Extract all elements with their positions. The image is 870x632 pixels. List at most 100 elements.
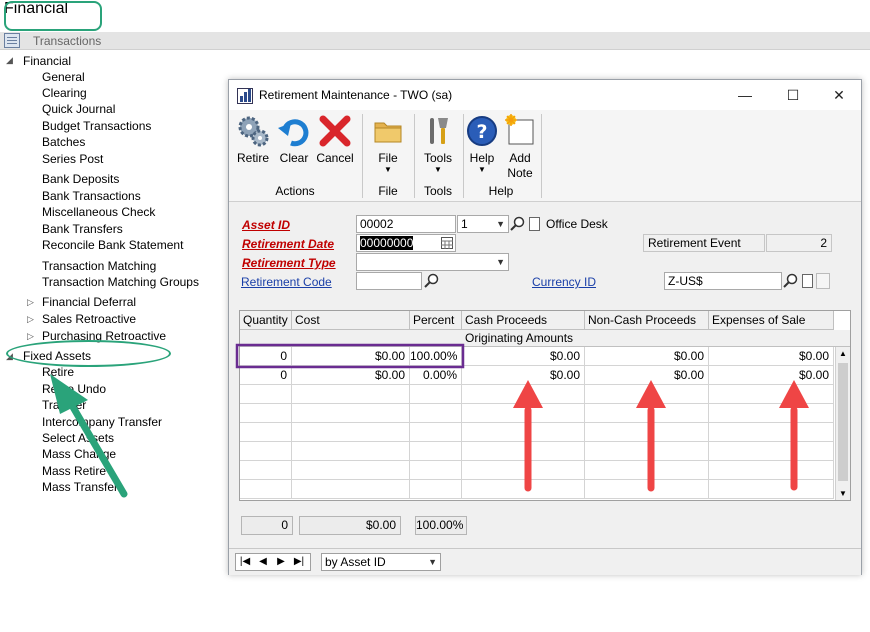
empty-grid-cell[interactable] xyxy=(462,423,585,442)
empty-grid-cell[interactable] xyxy=(292,480,410,499)
note-icon[interactable] xyxy=(529,217,540,231)
empty-grid-cell[interactable] xyxy=(240,423,292,442)
next-record-icon[interactable]: ▶ xyxy=(272,554,290,570)
empty-grid-cell[interactable] xyxy=(709,480,834,499)
row1-percent[interactable]: 100.00% xyxy=(410,347,462,366)
expanded-triangle-icon[interactable]: ◢ xyxy=(6,55,13,66)
nav-item-intercompany-transfer[interactable]: Intercompany Transfer xyxy=(42,414,162,430)
lookup-icon[interactable] xyxy=(510,216,526,232)
nav-group-financial[interactable]: Financial xyxy=(23,53,71,69)
file-menu-button[interactable]: File ▼ xyxy=(369,114,407,178)
nav-item-misc-check[interactable]: Miscellaneous Check xyxy=(42,204,155,220)
row1-quantity[interactable]: 0 xyxy=(240,347,292,366)
col-header-non-cash-proceeds[interactable]: Non-Cash Proceeds xyxy=(585,311,709,330)
previous-record-icon[interactable]: ◀ xyxy=(254,554,272,570)
scroll-down-icon[interactable]: ▼ xyxy=(839,489,847,498)
nav-item-transaction-matching-groups[interactable]: Transaction Matching Groups xyxy=(42,274,199,290)
calendar-icon[interactable] xyxy=(441,237,453,249)
row1-cost[interactable]: $0.00 xyxy=(292,347,410,366)
transactions-icon[interactable] xyxy=(4,33,20,48)
nav-item-clearing[interactable]: Clearing xyxy=(42,85,87,101)
empty-grid-cell[interactable] xyxy=(240,480,292,499)
empty-grid-cell[interactable] xyxy=(462,385,585,404)
nav-item-transaction-matching[interactable]: Transaction Matching xyxy=(42,258,156,274)
row2-cost[interactable]: $0.00 xyxy=(292,366,410,385)
empty-grid-cell[interactable] xyxy=(462,404,585,423)
empty-grid-cell[interactable] xyxy=(585,404,709,423)
nav-item-retire-undo[interactable]: Retire Undo xyxy=(42,381,106,397)
empty-grid-cell[interactable] xyxy=(292,461,410,480)
currency-expand-icon[interactable] xyxy=(816,273,830,289)
empty-grid-cell[interactable] xyxy=(585,480,709,499)
empty-grid-cell[interactable] xyxy=(585,423,709,442)
nav-item-mass-transfer[interactable]: Mass Transfer xyxy=(42,479,118,495)
nav-group-financial-deferral[interactable]: Financial Deferral xyxy=(42,294,136,310)
first-record-icon[interactable]: |◀ xyxy=(236,554,254,570)
nav-item-bank-transfers[interactable]: Bank Transfers xyxy=(42,221,123,237)
row2-percent[interactable]: 0.00% xyxy=(410,366,462,385)
empty-grid-cell[interactable] xyxy=(240,461,292,480)
minimize-icon[interactable]: — xyxy=(735,86,755,104)
row2-expenses-of-sale[interactable]: $0.00 xyxy=(709,366,834,385)
clear-button[interactable]: Clear xyxy=(277,114,311,178)
col-header-cash-proceeds[interactable]: Cash Proceeds xyxy=(462,311,585,330)
empty-grid-cell[interactable] xyxy=(240,442,292,461)
scroll-up-icon[interactable]: ▲ xyxy=(839,349,847,358)
row2-cash-proceeds[interactable]: $0.00 xyxy=(462,366,585,385)
retire-button[interactable]: Retire xyxy=(235,114,271,178)
last-record-icon[interactable]: ▶| xyxy=(290,554,308,570)
currency-id-link[interactable]: Currency ID xyxy=(532,275,596,289)
row1-expenses-of-sale[interactable]: $0.00 xyxy=(709,347,834,366)
nav-item-batches[interactable]: Batches xyxy=(42,134,85,150)
nav-item-bank-deposits[interactable]: Bank Deposits xyxy=(42,171,119,187)
empty-grid-cell[interactable] xyxy=(462,461,585,480)
asset-id-field[interactable]: 00002 xyxy=(356,215,456,233)
scroll-thumb[interactable] xyxy=(838,363,848,481)
empty-grid-cell[interactable] xyxy=(709,442,834,461)
empty-grid-cell[interactable] xyxy=(709,385,834,404)
tools-menu-button[interactable]: Tools ▼ xyxy=(419,114,457,178)
empty-grid-cell[interactable] xyxy=(410,442,462,461)
empty-grid-cell[interactable] xyxy=(709,423,834,442)
maximize-icon[interactable]: ☐ xyxy=(783,86,803,104)
empty-grid-cell[interactable] xyxy=(585,385,709,404)
col-header-percent[interactable]: Percent xyxy=(410,311,462,330)
nav-item-reconcile-bank[interactable]: Reconcile Bank Statement xyxy=(42,237,183,253)
retirement-date-label[interactable]: Retirement Date xyxy=(242,237,334,251)
grid-scrollbar[interactable]: ▲ ▼ xyxy=(835,347,850,500)
empty-grid-cell[interactable] xyxy=(410,423,462,442)
empty-grid-cell[interactable] xyxy=(709,461,834,480)
col-header-quantity[interactable]: Quantity xyxy=(240,311,292,330)
nav-item-series-post[interactable]: Series Post xyxy=(42,151,103,167)
cancel-button[interactable]: Cancel xyxy=(316,114,354,178)
col-header-expenses-of-sale[interactable]: Expenses of Sale xyxy=(709,311,834,330)
nav-item-budget-transactions[interactable]: Budget Transactions xyxy=(42,118,151,134)
nav-item-bank-transactions[interactable]: Bank Transactions xyxy=(42,188,141,204)
nav-item-mass-retire[interactable]: Mass Retire xyxy=(42,463,106,479)
asset-id-label[interactable]: Asset ID xyxy=(242,218,290,232)
row1-non-cash-proceeds[interactable]: $0.00 xyxy=(585,347,709,366)
sort-by-select[interactable]: by Asset ID ▼ xyxy=(321,553,441,571)
empty-grid-cell[interactable] xyxy=(410,404,462,423)
nav-item-select-assets[interactable]: Select Assets xyxy=(42,430,114,446)
collapsed-triangle-icon[interactable]: ▷ xyxy=(27,297,34,308)
empty-grid-cell[interactable] xyxy=(462,480,585,499)
lookup-icon[interactable] xyxy=(783,273,799,289)
add-note-button[interactable]: Add Note xyxy=(502,114,538,180)
empty-grid-cell[interactable] xyxy=(292,423,410,442)
empty-grid-cell[interactable] xyxy=(462,442,585,461)
retirement-code-field[interactable] xyxy=(356,272,422,290)
transactions-label[interactable]: Transactions xyxy=(33,34,101,48)
empty-grid-cell[interactable] xyxy=(240,385,292,404)
close-icon[interactable]: ✕ xyxy=(829,86,849,104)
nav-item-general[interactable]: General xyxy=(42,69,85,85)
empty-grid-cell[interactable] xyxy=(410,480,462,499)
retirement-type-select[interactable]: ▼ xyxy=(356,253,509,271)
nav-item-quick-journal[interactable]: Quick Journal xyxy=(42,101,115,117)
empty-grid-cell[interactable] xyxy=(709,404,834,423)
col-header-cost[interactable]: Cost xyxy=(292,311,410,330)
empty-grid-cell[interactable] xyxy=(292,385,410,404)
asset-suffix-select[interactable]: 1 ▼ xyxy=(457,215,509,233)
empty-grid-cell[interactable] xyxy=(292,404,410,423)
lookup-icon[interactable] xyxy=(424,273,440,289)
